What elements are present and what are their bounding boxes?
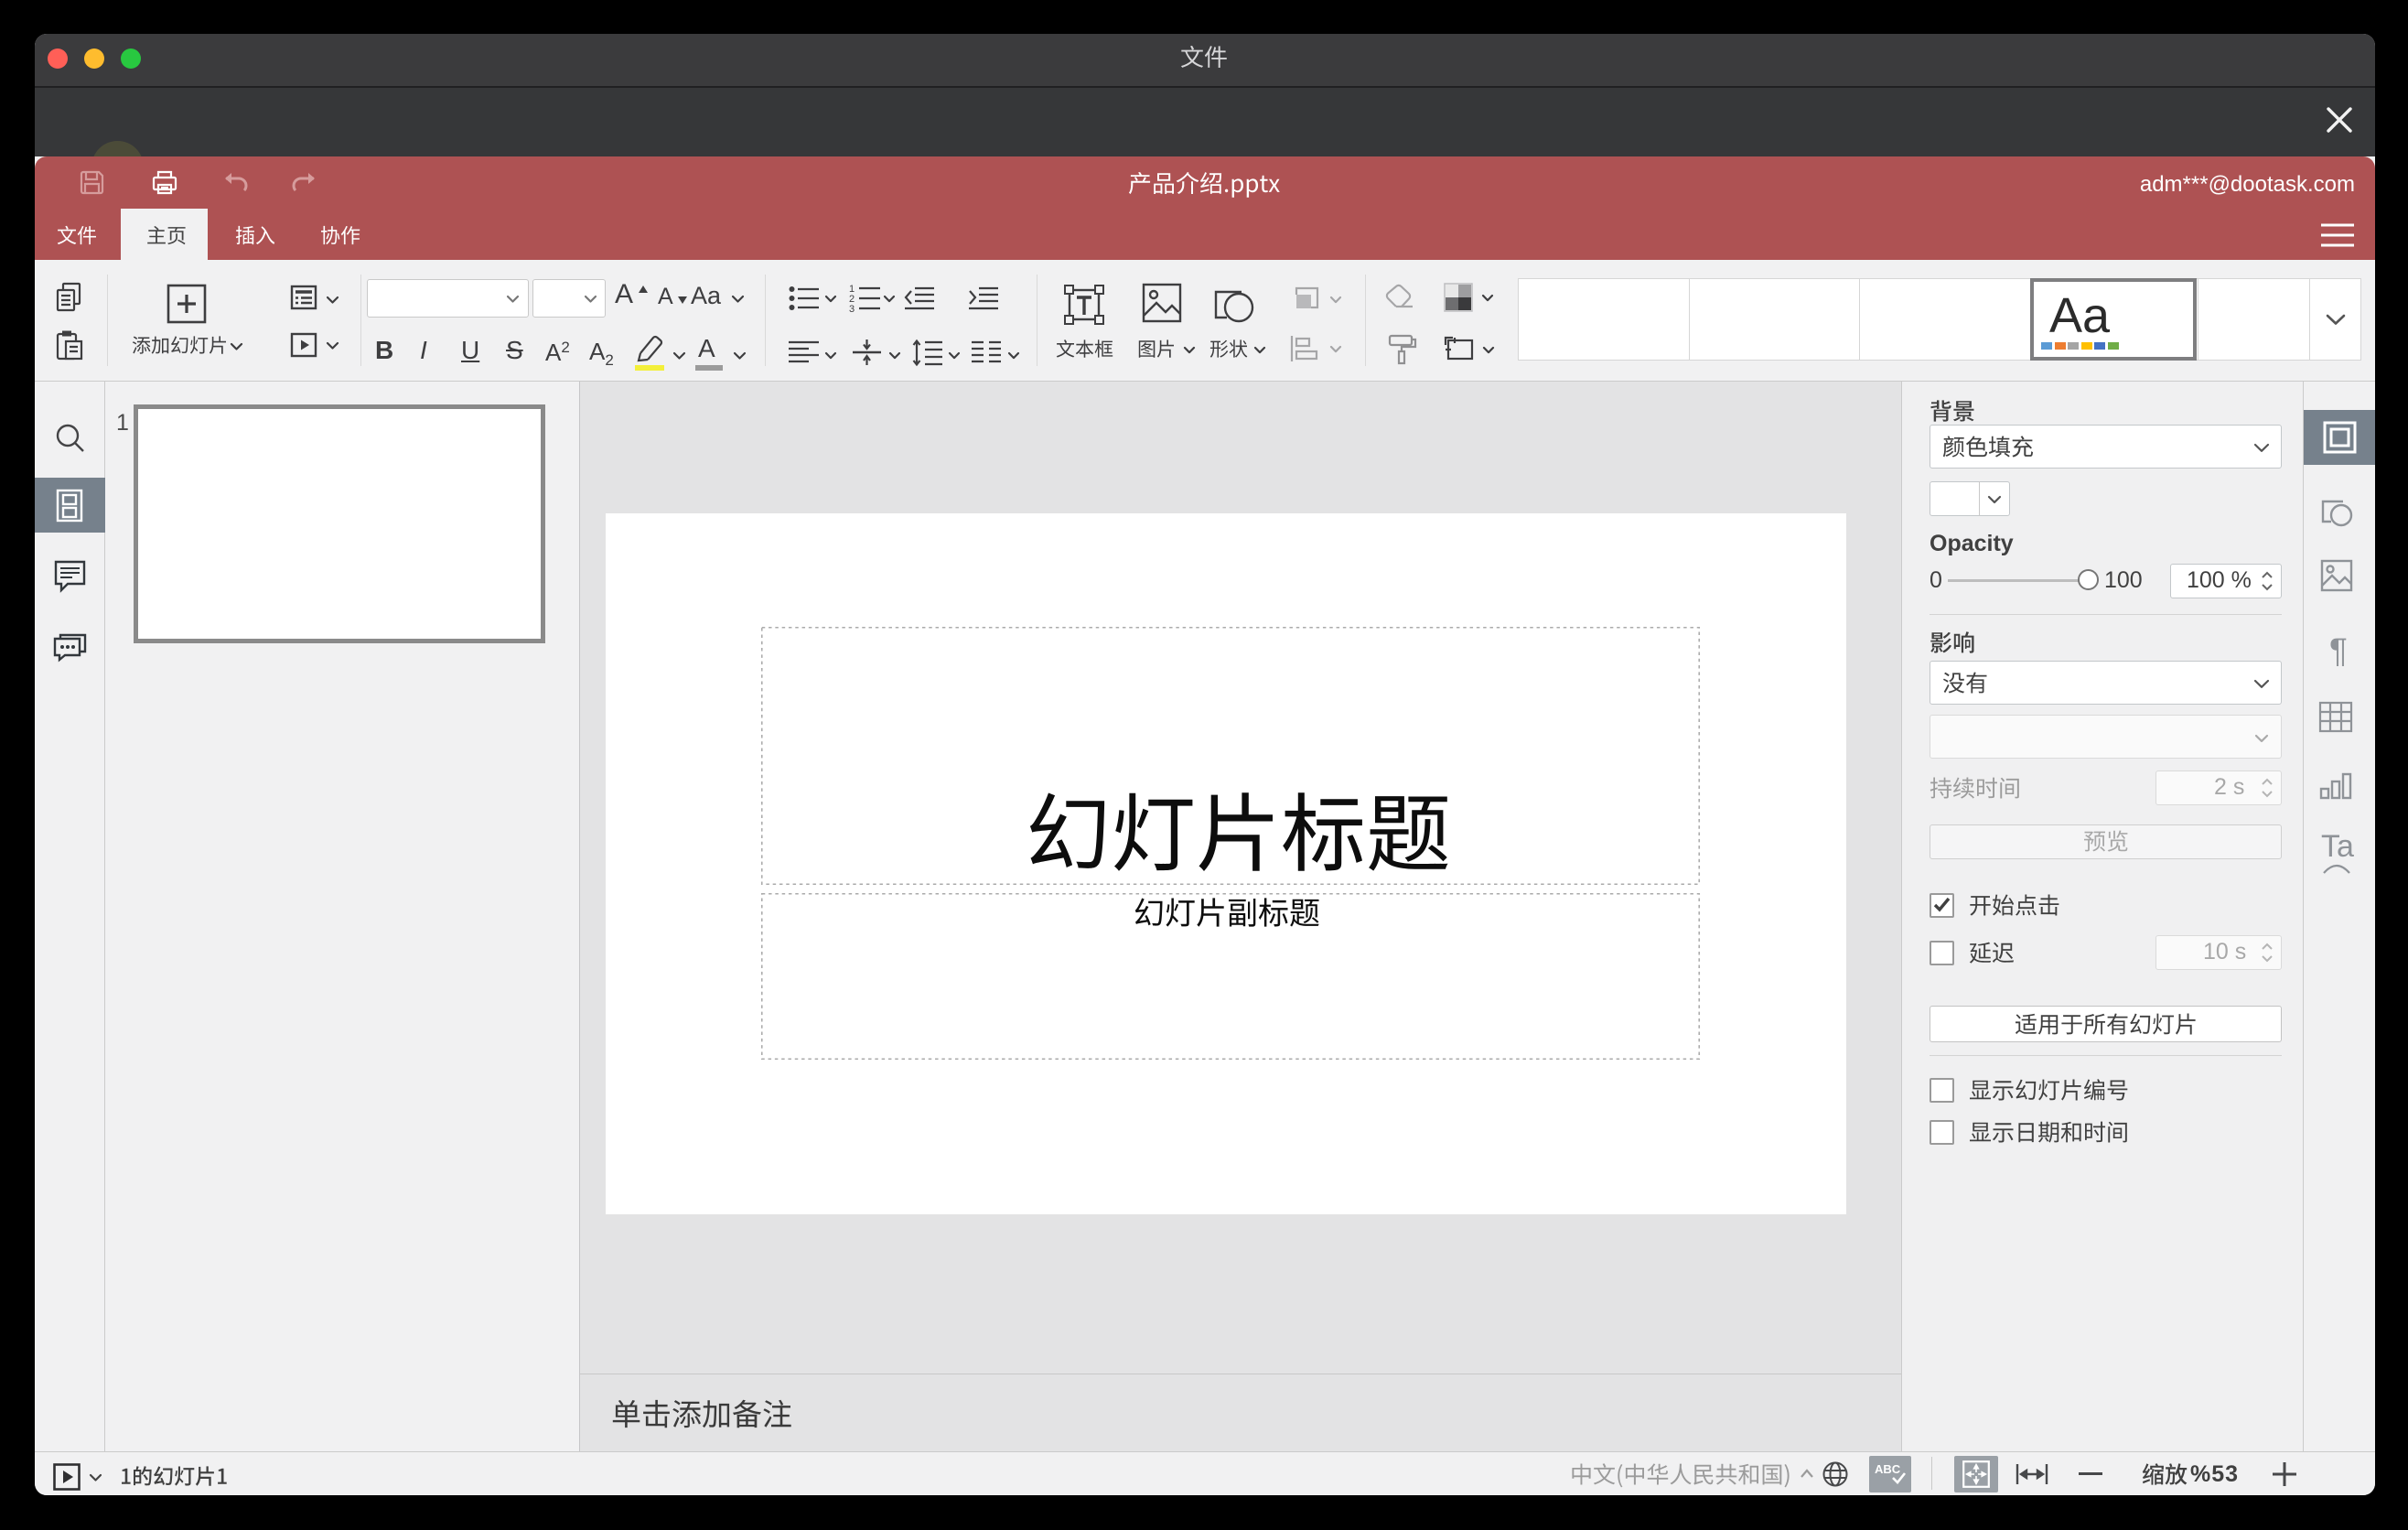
svg-text:ABC: ABC <box>1875 1462 1901 1476</box>
svg-text:3: 3 <box>849 304 855 315</box>
